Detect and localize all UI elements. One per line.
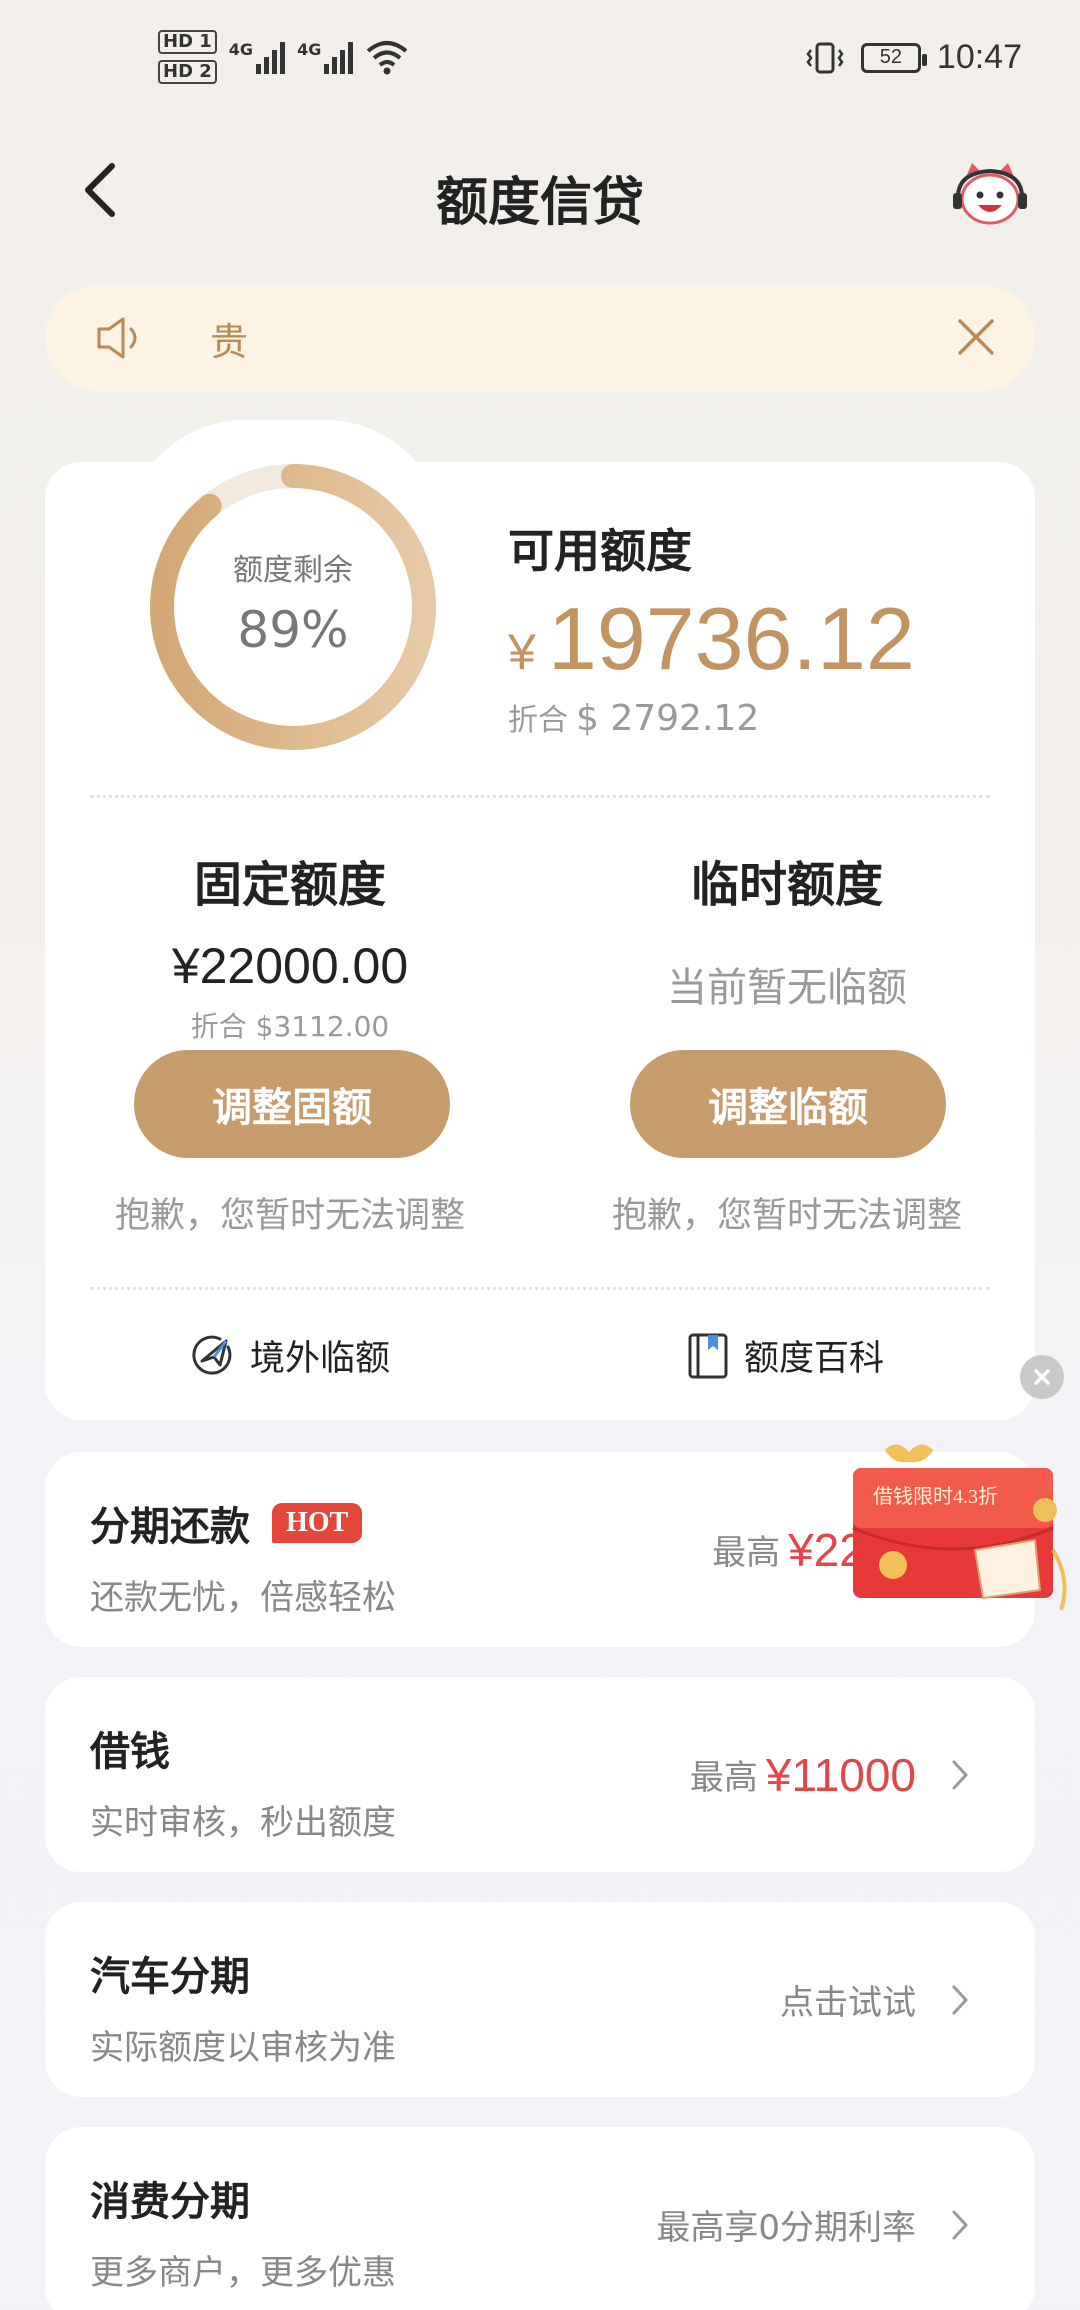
fixed-credit-amount: ¥22000.00: [171, 938, 409, 994]
network-1-label: 4G: [228, 40, 254, 59]
item-subtitle: 还款无忧，倍感轻松: [90, 1578, 396, 1618]
ring-label: 额度剩余: [233, 553, 353, 588]
credit-encyclopedia-link[interactable]: 额度百科: [686, 1330, 884, 1381]
vibrate-icon: [806, 42, 844, 73]
hd1-badge: HD 1: [158, 30, 217, 54]
consumer-installment-item[interactable]: 消费分期 更多商户，更多优惠 最高享0分期利率: [45, 2127, 1035, 2310]
borrow-item[interactable]: 借钱 实时审核，秒出额度 最高 ¥11000: [45, 1677, 1035, 1872]
temporary-credit-empty: 当前暂无临额: [667, 965, 907, 1011]
battery-level: 52: [879, 46, 903, 68]
book-icon: [688, 1333, 728, 1378]
close-icon: [1034, 1369, 1050, 1385]
max-label: 最高: [712, 1533, 781, 1573]
clock: 10:47: [936, 38, 1022, 76]
hd-indicator: HD 1 HD 2: [158, 30, 217, 84]
status-left: HD 1 HD 2 4G 4G: [158, 30, 409, 84]
customer-service-mascot-icon[interactable]: [950, 155, 1030, 235]
item-subtitle: 实际额度以审核为准: [90, 2028, 396, 2068]
item-subtitle: 实时审核，秒出额度: [90, 1803, 396, 1843]
item-title: 借钱: [90, 1729, 170, 1775]
status-right: 52 10:47: [805, 38, 1022, 77]
battery-icon: 52: [860, 42, 927, 73]
plane-globe-icon: [192, 1335, 232, 1375]
chevron-right-icon: [952, 1760, 968, 1789]
ring-percent: 89%: [237, 601, 349, 659]
speaker-icon: [97, 317, 137, 359]
page-title: 额度信贷: [435, 173, 644, 233]
car-installment-item[interactable]: 汽车分期 实际额度以审核为准 点击试试: [45, 1902, 1035, 2097]
fixed-credit-conversion: 折合 $3112.00: [190, 1010, 390, 1043]
promo-close-button[interactable]: [1020, 1355, 1064, 1399]
wifi-icon: [367, 41, 408, 75]
available-credit-conversion: 折合 $ 2792.12: [508, 695, 759, 739]
fixed-credit-note: 抱歉，您暂时无法调整: [114, 1196, 465, 1236]
item-title: 分期还款 HOT: [90, 1494, 363, 1552]
item-right: 点击试试: [780, 1902, 970, 2097]
item-right: 最高享0分期利率: [656, 2127, 970, 2310]
chevron-right-icon: [952, 1985, 968, 2014]
promo-red-envelope[interactable]: 借钱限时4.3折: [825, 1440, 1075, 1620]
item-title-text: 分期还款: [90, 1504, 250, 1550]
signal-2-icon: 4G: [297, 40, 354, 74]
currency-symbol: ¥: [508, 624, 536, 680]
conversion-label: 折合: [508, 703, 568, 738]
available-amount-value: 19736.12: [547, 589, 915, 688]
divider: [90, 1287, 990, 1290]
notice-banner[interactable]: 贵: [45, 285, 1035, 391]
nav-bar: 额度信贷: [0, 140, 1080, 240]
adjust-fixed-button[interactable]: 调整固额: [134, 1050, 450, 1158]
temporary-credit-note: 抱歉，您暂时无法调整: [611, 1196, 962, 1236]
max-label: 最高: [689, 1758, 758, 1798]
divider: [90, 795, 990, 798]
notice-text: 贵: [210, 320, 249, 364]
fixed-credit-section: 固定额度 ¥22000.00 折合 $3112.00: [80, 845, 500, 1045]
overseas-credit-link[interactable]: 境外临额: [190, 1330, 390, 1381]
temporary-credit-title: 临时额度: [690, 857, 883, 913]
promo-text: 借钱限时4.3折: [873, 1486, 998, 1508]
fixed-credit-title: 固定额度: [193, 857, 386, 913]
item-action-text: 最高享0分期利率: [656, 2208, 916, 2248]
red-envelope-icon: [852, 1444, 1067, 1611]
max-amount: ¥11000: [765, 1748, 916, 1801]
overseas-credit-label: 境外临额: [250, 1339, 391, 1379]
close-icon[interactable]: [952, 313, 1000, 361]
hd2-badge: HD 2: [158, 60, 217, 84]
item-title: 汽车分期: [90, 1954, 250, 2000]
item-action-text: 点击试试: [780, 1983, 916, 2023]
credit-encyclopedia-label: 额度百科: [744, 1339, 885, 1379]
adjust-temporary-button[interactable]: 调整临额: [630, 1050, 946, 1158]
ring-text: 额度剩余 89%: [148, 545, 438, 659]
network-2-label: 4G: [297, 40, 322, 59]
hot-badge: HOT: [272, 1503, 363, 1543]
item-subtitle: 更多商户，更多优惠: [90, 2253, 396, 2293]
temporary-credit-section: 临时额度 当前暂无临额: [577, 845, 997, 1013]
item-right: 最高 ¥11000: [690, 1677, 970, 1872]
available-credit-label: 可用额度: [508, 524, 692, 578]
signal-1-icon: 4G: [228, 40, 286, 74]
status-bar: HD 1 HD 2 4G 4G 52 10:47: [0, 0, 1080, 125]
chevron-right-icon: [952, 2210, 968, 2239]
item-title: 消费分期: [90, 2179, 250, 2225]
available-credit-amount: ¥19736.12: [508, 588, 915, 690]
conversion-amount: $ 2792.12: [576, 698, 760, 739]
